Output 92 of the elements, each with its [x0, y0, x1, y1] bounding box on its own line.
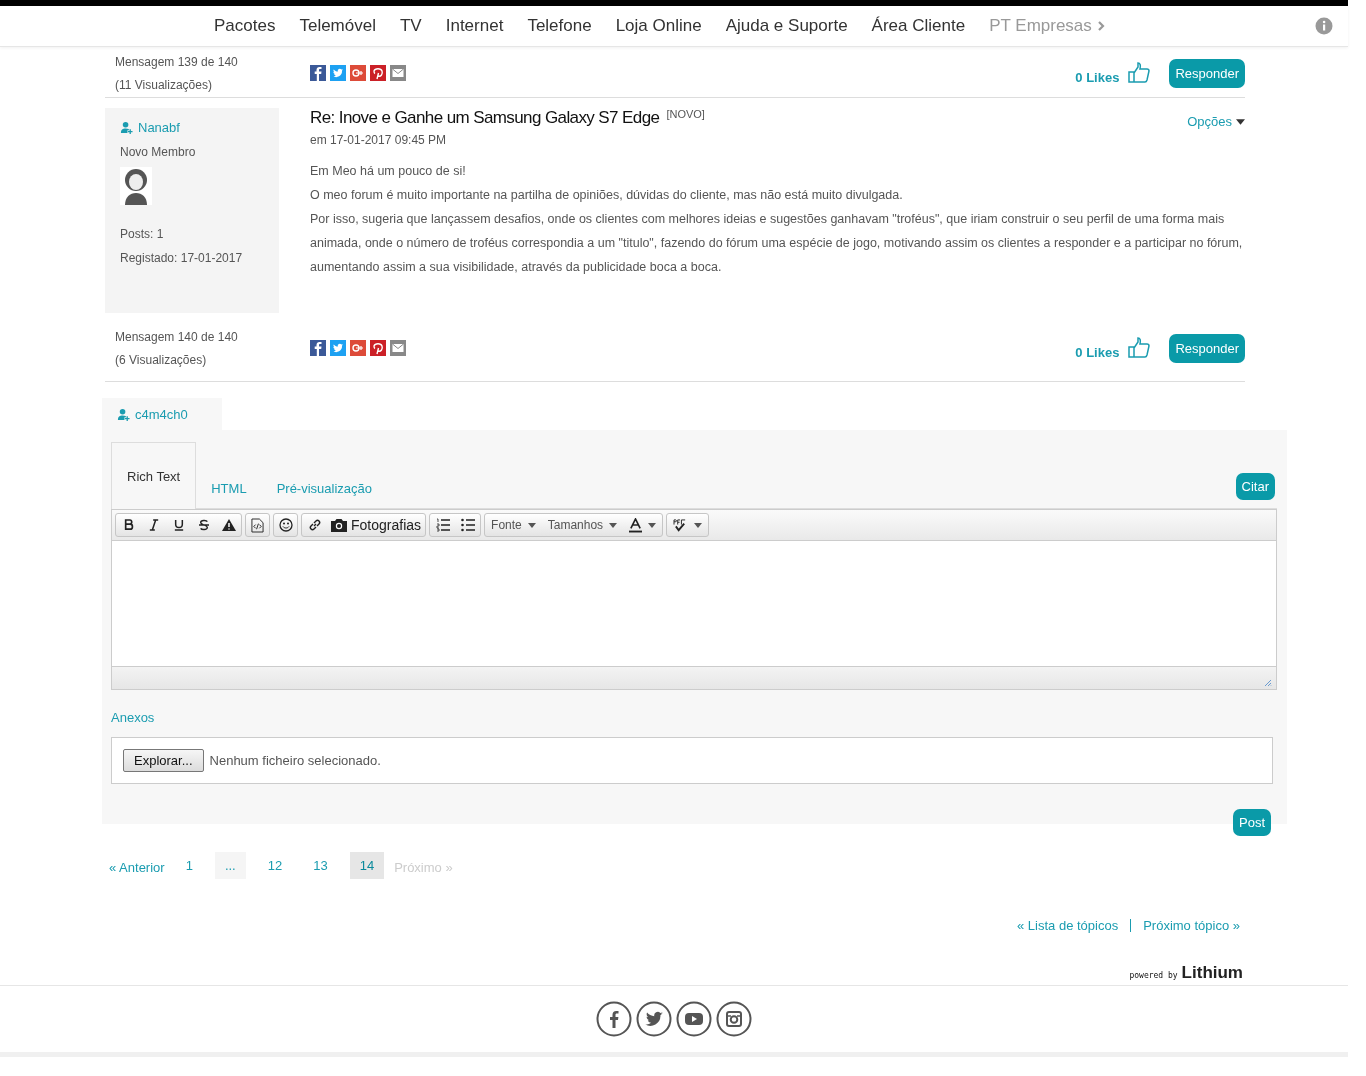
- avatar: [120, 167, 152, 205]
- user-icon: [120, 121, 133, 134]
- bulleted-list-icon: [460, 518, 475, 532]
- registration-date: Registado: 17-01-2017: [120, 251, 244, 265]
- message-count: Mensagem 139 de 140: [115, 54, 239, 69]
- page-link[interactable]: 12: [258, 852, 292, 879]
- nav-link[interactable]: Pacotes: [214, 16, 276, 36]
- post-button[interactable]: Post: [1233, 809, 1271, 836]
- warning-icon: [221, 519, 236, 531]
- options-menu[interactable]: Opções: [1187, 114, 1245, 129]
- facebook-icon[interactable]: [310, 340, 326, 356]
- nav-link[interactable]: TV: [400, 16, 422, 36]
- new-label: [NOVO]: [666, 108, 705, 120]
- author-link[interactable]: Nanabf: [120, 120, 264, 135]
- youtube-icon[interactable]: [676, 1001, 712, 1037]
- underline-icon: [173, 519, 184, 531]
- thumbs-up-icon[interactable]: [1127, 62, 1152, 84]
- rich-text-editor[interactable]: Fotografias Fonte Tamanhos: [111, 509, 1277, 690]
- quote-button[interactable]: Citar: [1235, 473, 1275, 500]
- numbered-list-icon: [435, 518, 450, 532]
- powered-by-text: powered by: [1129, 971, 1178, 980]
- nav-link[interactable]: Loja Online: [615, 16, 702, 36]
- likes-count[interactable]: 0 Likes: [1075, 69, 1120, 85]
- caret-icon: [648, 522, 657, 528]
- attachments-link[interactable]: Anexos: [111, 710, 1277, 725]
- code-file-icon: [251, 517, 264, 533]
- email-icon[interactable]: [390, 65, 406, 81]
- font-dropdown[interactable]: Fonte: [485, 514, 542, 536]
- google-plus-icon[interactable]: [350, 65, 366, 81]
- post-paragraph: Em Meo há um pouco de si!: [310, 163, 467, 180]
- page-link[interactable]: 14: [349, 852, 385, 879]
- italic-icon: [148, 519, 159, 531]
- member-rank: Novo Membro: [120, 145, 197, 159]
- caret-icon: [1236, 118, 1245, 125]
- post-paragraph: O meo forum é muito importante na partilha de opiniões, dúvidas do cliente, mas não está muito divulgada.: [310, 187, 904, 204]
- topic-list-link[interactable]: « Lista de tópicos: [1017, 918, 1119, 933]
- email-icon[interactable]: [390, 340, 406, 356]
- pinterest-icon[interactable]: [370, 340, 386, 356]
- caret-icon: [527, 522, 536, 528]
- facebook-icon[interactable]: [596, 1001, 632, 1037]
- nav-link[interactable]: Ajuda e Suporte: [725, 16, 848, 36]
- post-date: em 17-01-2017 09:45 PM: [310, 133, 448, 147]
- bold-icon: [123, 519, 134, 531]
- next-topic-link[interactable]: Próximo tópico »: [1143, 918, 1240, 933]
- google-plus-icon[interactable]: [350, 340, 366, 356]
- size-dropdown[interactable]: Tamanhos: [541, 514, 624, 536]
- view-count: (6 Visualizações): [115, 352, 208, 367]
- nav-link[interactable]: Telemóvel: [299, 16, 376, 36]
- nav-link[interactable]: Telefone: [527, 16, 592, 36]
- reply-button[interactable]: Responder: [1169, 333, 1245, 363]
- caret-icon: [694, 522, 703, 528]
- instagram-icon[interactable]: [716, 1001, 752, 1037]
- caret-icon: [609, 522, 618, 528]
- nav-link[interactable]: Internet: [445, 16, 504, 36]
- link-icon: [307, 518, 322, 532]
- post-count: Posts: 1: [120, 227, 165, 241]
- previous-page-link[interactable]: « Anterior: [109, 860, 165, 875]
- nav-link[interactable]: PT Empresas: [989, 16, 1105, 36]
- chevron-right-icon: [1096, 21, 1105, 31]
- view-count: (11 Visualizações): [115, 77, 213, 92]
- message-count: Mensagem 140 de 140: [115, 329, 239, 344]
- editor-tab[interactable]: HTML: [196, 468, 262, 508]
- strikethrough-icon: [198, 519, 209, 531]
- editor-tab[interactable]: Rich Text: [111, 442, 197, 509]
- source-code-button[interactable]: [245, 513, 270, 537]
- post-title: Re: Inove e Ganhe um Samsung Galaxy S7 Edge: [310, 108, 660, 128]
- info-icon[interactable]: [1315, 17, 1333, 35]
- camera-icon: [331, 518, 347, 532]
- likes-count[interactable]: 0 Likes: [1075, 344, 1120, 360]
- resize-grip-icon[interactable]: [1264, 679, 1272, 687]
- file-input[interactable]: Explorar... Nenhum ficheiro selecionado.: [111, 737, 1273, 784]
- reply-button[interactable]: Responder: [1169, 58, 1245, 88]
- editor-tab[interactable]: Pré-visualização: [261, 468, 387, 508]
- username: c4m4ch0: [117, 406, 188, 422]
- page-link[interactable]: 13: [304, 852, 337, 879]
- user-icon: [117, 407, 130, 421]
- pagination-ellipsis[interactable]: ...: [214, 852, 246, 879]
- page-link[interactable]: 1: [176, 852, 202, 879]
- emoji-button[interactable]: [273, 513, 298, 537]
- text-color-icon: [629, 517, 643, 533]
- pinterest-icon[interactable]: [370, 65, 386, 81]
- photos-button[interactable]: Fotografias: [327, 514, 426, 536]
- smiley-icon: [278, 518, 293, 532]
- brand-logo[interactable]: Lithium: [1181, 963, 1243, 983]
- file-status: Nenhum ficheiro selecionado.: [209, 753, 381, 768]
- thumbs-up-icon[interactable]: [1127, 337, 1152, 359]
- facebook-icon[interactable]: [310, 65, 326, 81]
- nav-link[interactable]: Área Cliente: [871, 16, 966, 36]
- twitter-icon[interactable]: [636, 1001, 672, 1037]
- browse-button[interactable]: Explorar...: [123, 749, 204, 772]
- spellcheck-dropdown[interactable]: [666, 513, 710, 537]
- post-paragraph: Por isso, sugeria que lançassem desafios, onde os clientes com melhores ideias e sugestões ganhavam "troféus", que iriam construir o seu perfil de uma forma mais animada, onde o número de troféus correspondia a um "titulo", fazendo do fórum uma espécie de jogo, motivando assim os clientes a responder e a participar no fórum, aumentando assim a sua visibilidade, através da publicidade boca a boca.: [310, 211, 1244, 276]
